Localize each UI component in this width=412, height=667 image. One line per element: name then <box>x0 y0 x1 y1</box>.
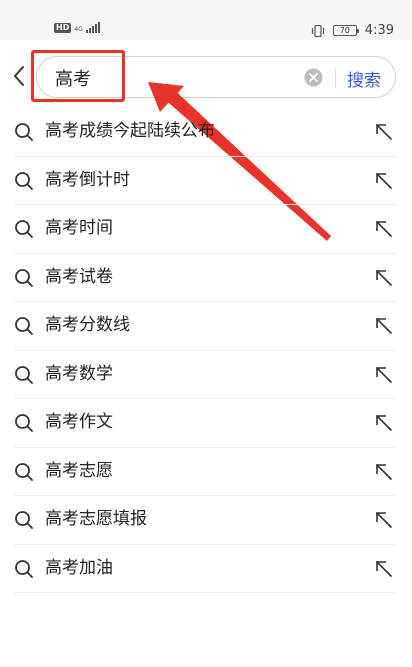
fill-query-arrow-icon[interactable] <box>374 268 394 288</box>
back-arrow-icon[interactable] <box>10 64 30 88</box>
suggestion-text: 高考志愿填报 <box>45 509 147 529</box>
suggestion-item[interactable]: 高考作文 <box>0 399 412 448</box>
fill-query-arrow-icon[interactable] <box>374 413 394 433</box>
suggestion-item[interactable]: 高考数学 <box>0 351 412 399</box>
fill-query-arrow-icon[interactable] <box>374 510 394 530</box>
signal-icon <box>85 22 100 33</box>
search-icon <box>15 559 33 578</box>
search-icon <box>15 171 33 190</box>
suggestion-item[interactable]: 高考倒计时 <box>0 157 412 205</box>
suggestion-item[interactable]: 高考试卷 <box>0 254 412 302</box>
status-right: 70 4:39 <box>311 23 394 38</box>
page: HD 4G 70 4:39 高考 搜索 高考成绩今起陆续公布 高考倒计时 高考时… <box>0 0 412 667</box>
network-label: 4G <box>74 26 83 33</box>
clock: 4:39 <box>364 23 394 38</box>
fill-query-arrow-icon[interactable] <box>374 365 394 385</box>
fill-query-arrow-icon[interactable] <box>374 219 394 239</box>
search-input[interactable] <box>55 65 295 91</box>
fill-query-arrow-icon[interactable] <box>374 462 394 482</box>
suggestion-text: 高考作文 <box>45 412 113 432</box>
suggestion-item[interactable]: 高考分数线 <box>0 302 412 351</box>
search-icon <box>15 317 33 335</box>
fill-query-arrow-icon[interactable] <box>374 122 394 142</box>
suggestion-item[interactable]: 高考志愿填报 <box>0 496 412 545</box>
suggestion-text: 高考分数线 <box>45 315 130 335</box>
search-icon <box>15 414 33 432</box>
search-box[interactable]: 搜索 <box>36 56 396 98</box>
fill-query-arrow-icon[interactable] <box>374 559 394 579</box>
suggestion-item[interactable]: 高考加油 <box>0 545 412 593</box>
vibrate-icon <box>311 24 324 37</box>
suggestion-list: 高考成绩今起陆续公布 高考倒计时 高考时间 高考试卷 高考分数线 高考数学 高考… <box>0 108 412 593</box>
suggestion-item[interactable]: 高考时间 <box>0 205 412 254</box>
status-bar: HD 4G 70 4:39 <box>0 0 412 40</box>
status-left: HD 4G <box>54 22 100 33</box>
search-icon <box>15 220 33 238</box>
search-icon <box>15 511 33 529</box>
suggestion-item[interactable]: 高考成绩今起陆续公布 <box>0 108 412 157</box>
suggestion-text: 高考时间 <box>45 218 113 238</box>
suggestion-text: 高考数学 <box>45 363 113 384</box>
suggestion-text: 高考加油 <box>45 557 113 578</box>
search-icon <box>15 123 33 141</box>
search-icon <box>15 365 33 384</box>
battery-icon: 70 <box>332 25 359 36</box>
network-type: 4G <box>74 27 82 33</box>
hd-badge: HD <box>54 23 72 33</box>
search-icon <box>15 268 33 287</box>
suggestion-item[interactable]: 高考志愿 <box>0 448 412 496</box>
search-divider <box>335 68 336 88</box>
clear-icon[interactable] <box>304 68 323 87</box>
suggestion-text: 高考试卷 <box>45 266 113 287</box>
suggestion-text: 高考成绩今起陆续公布 <box>45 121 215 141</box>
suggestion-text: 高考志愿 <box>45 460 113 481</box>
suggestion-text: 高考倒计时 <box>45 169 130 190</box>
search-button[interactable]: 搜索 <box>347 66 381 91</box>
fill-query-arrow-icon[interactable] <box>374 316 394 336</box>
fill-query-arrow-icon[interactable] <box>374 171 394 191</box>
row-divider <box>14 592 396 593</box>
search-icon <box>15 462 33 481</box>
